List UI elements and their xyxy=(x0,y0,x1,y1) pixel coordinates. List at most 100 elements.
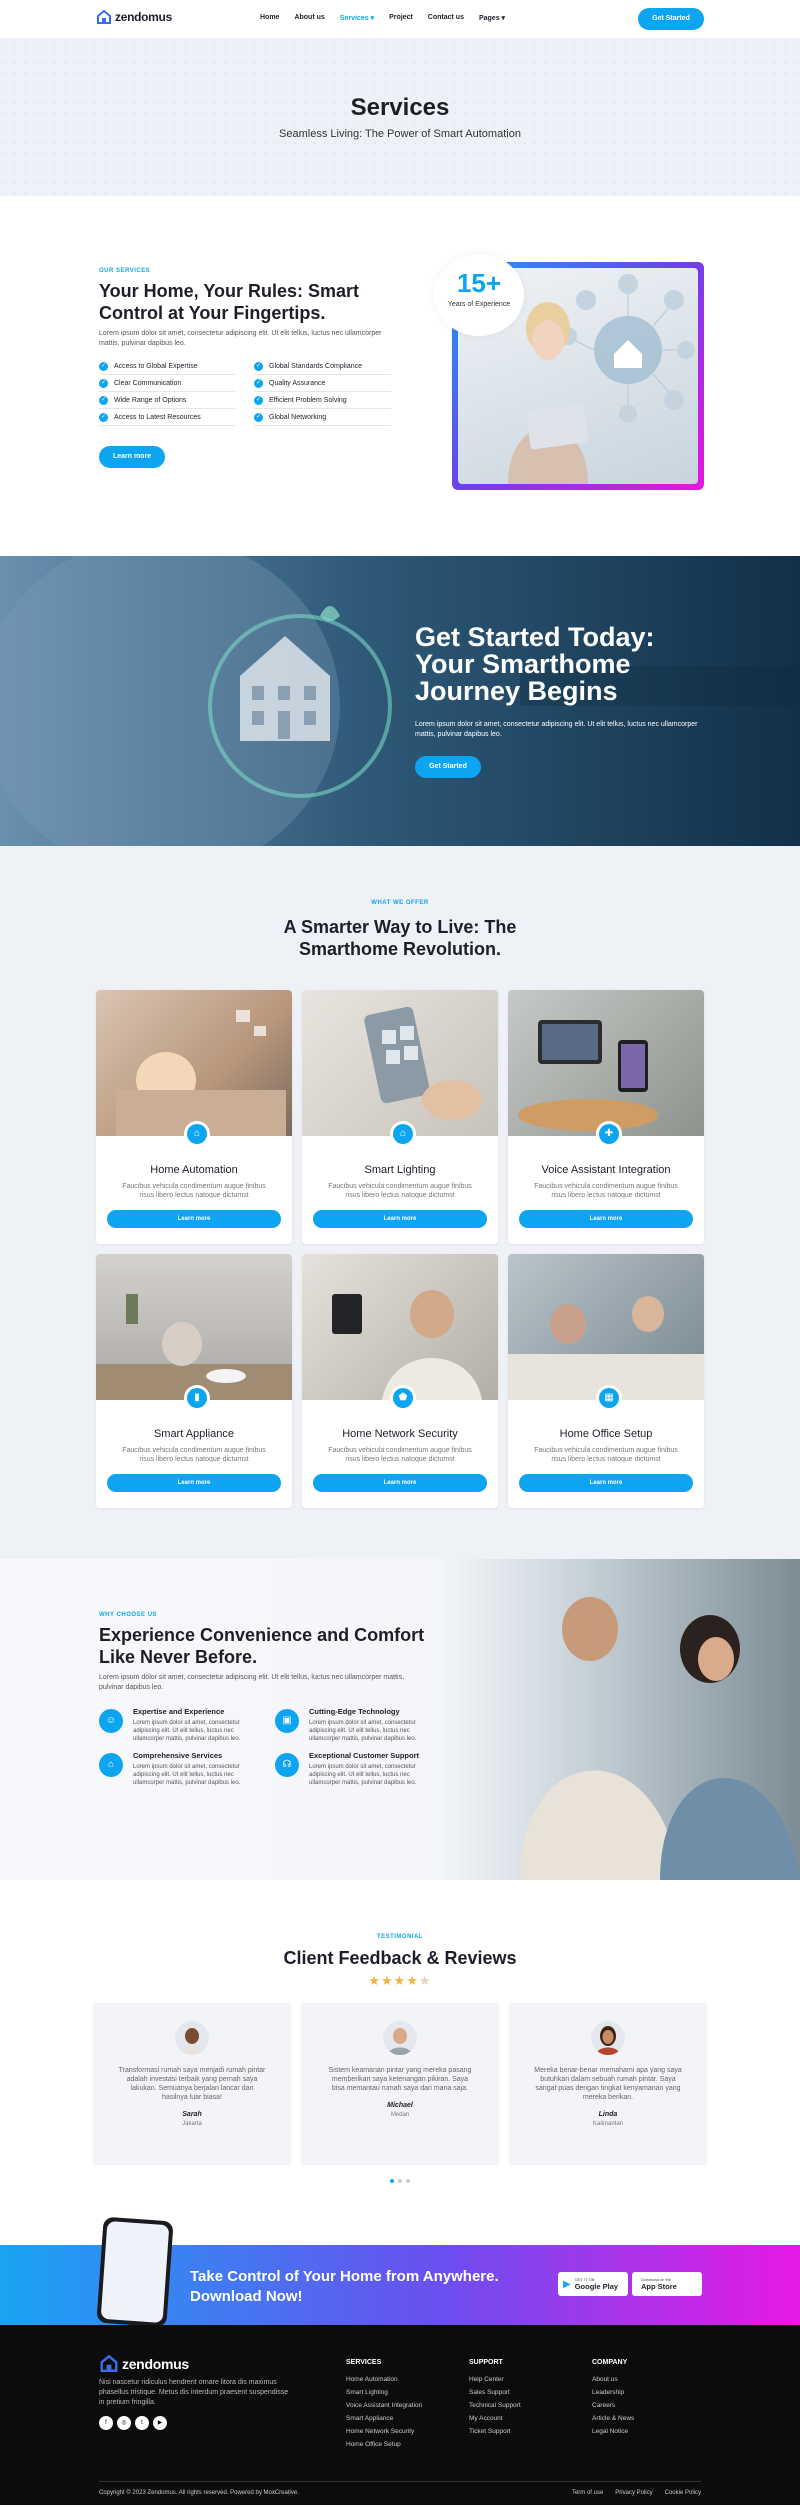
service-photo xyxy=(96,990,292,1136)
feature-label: Efficient Problem Solving xyxy=(269,397,347,404)
logo[interactable]: zendomus xyxy=(96,10,172,24)
footer-link[interactable]: My Account xyxy=(469,2412,521,2425)
reason-item: ▣ Cutting-Edge Technology Lorem ipsum dolo… xyxy=(275,1707,439,1743)
logo-house-icon xyxy=(100,2355,118,2372)
facebook-icon[interactable]: f xyxy=(99,2416,113,2430)
carousel-dot[interactable] xyxy=(390,2179,394,2183)
app-store-button[interactable]: Download on the App Store xyxy=(632,2272,702,2296)
learn-more-button[interactable]: Learn more xyxy=(313,1210,487,1228)
testimonial-text: Transformasi rumah saya menjadi rumah pi… xyxy=(118,2067,266,2101)
play-icon: ▶ xyxy=(563,2278,571,2290)
google-play-button[interactable]: ▶ GET IT ON Google Play xyxy=(558,2272,628,2296)
social-links: f ◎ t ▶ xyxy=(99,2416,289,2430)
testimonial-text: Sistem keamanan pintar yang mereka pasan… xyxy=(328,2067,472,2092)
footer-column-services: SERVICES Home Automation Smart Lighting … xyxy=(346,2359,422,2451)
services-section: WHAT WE OFFER A Smarter Way to Live: The… xyxy=(0,846,800,1559)
get-started-button[interactable]: Get Started xyxy=(638,8,704,30)
footer-logo[interactable]: zendomus xyxy=(99,2355,289,2372)
testimonial-cards: Transformasi rumah saya menjadi rumah pi… xyxy=(93,2003,707,2165)
twitter-icon[interactable]: t xyxy=(135,2416,149,2430)
check-icon: ✓ xyxy=(254,413,263,422)
footer-link[interactable]: Technical Support xyxy=(469,2399,521,2412)
nav-services[interactable]: Services ▾ xyxy=(340,14,374,22)
learn-more-button[interactable]: Learn more xyxy=(99,446,165,468)
nav-pages[interactable]: Pages ▾ xyxy=(479,14,505,22)
testimonial-name: Michael xyxy=(387,2102,413,2109)
footer-link[interactable]: Sales Support xyxy=(469,2386,521,2399)
footer-bottom: Copyright © 2023 Zendomus. All rights re… xyxy=(99,2481,701,2496)
footer-link[interactable]: Cookie Policy xyxy=(665,2490,701,2496)
lighting-icon: ⌂ xyxy=(393,1124,413,1144)
store-label: Download on the App Store xyxy=(641,2277,677,2291)
service-card: ▮ Smart Appliance Faucibus vehicula cond… xyxy=(96,1254,292,1508)
footer-link[interactable]: Home Network Security xyxy=(346,2425,422,2438)
get-started-button[interactable]: Get Started xyxy=(415,756,481,778)
service-icon-wrap: ⬟ xyxy=(390,1385,416,1411)
service-text: Faucibus vehicula condimentum augue fini… xyxy=(122,1183,266,1199)
testimonial-city: Jakarta xyxy=(182,2121,202,2127)
learn-more-button[interactable]: Learn more xyxy=(519,1474,693,1492)
instagram-icon[interactable]: ◎ xyxy=(117,2416,131,2430)
nav-pages-label: Pages xyxy=(478,15,500,22)
nav-about[interactable]: About us xyxy=(294,14,324,22)
service-icon-wrap: ▦ xyxy=(596,1385,622,1411)
banner-text: Lorem ipsum dolor sit amet, consectetur … xyxy=(415,721,698,738)
page-subtitle: Seamless Living: The Power of Smart Auto… xyxy=(279,128,521,140)
learn-more-button[interactable]: Learn more xyxy=(107,1210,281,1228)
footer-link[interactable]: Help Center xyxy=(469,2373,521,2386)
youtube-icon[interactable]: ▶ xyxy=(153,2416,167,2430)
nav-contact[interactable]: Contact us xyxy=(428,14,464,22)
service-photo xyxy=(302,990,498,1136)
reason-item: ☊ Exceptional Customer Support Lorem ipsum… xyxy=(275,1751,439,1787)
testimonials: TESTIMONIAL Client Feedback & Reviews ★★… xyxy=(0,1880,800,2245)
headset-icon: ☊ xyxy=(275,1753,299,1777)
footer-link[interactable]: Leadership xyxy=(592,2386,634,2399)
nav-project[interactable]: Project xyxy=(389,14,413,22)
eyebrow: TESTIMONIAL xyxy=(376,1934,424,1940)
learn-more-button[interactable]: Learn more xyxy=(519,1210,693,1228)
footer-link[interactable]: Article & News xyxy=(592,2412,634,2425)
service-card: ✚ Voice Assistant Integration Faucibus v… xyxy=(508,990,704,1244)
carousel-dot[interactable] xyxy=(406,2179,410,2183)
footer-link[interactable]: Careers xyxy=(592,2399,634,2412)
check-icon: ✓ xyxy=(254,396,263,405)
chip-icon: ▣ xyxy=(275,1709,299,1733)
service-title: Voice Assistant Integration xyxy=(541,1164,671,1176)
service-icon-wrap: ✚ xyxy=(596,1121,622,1147)
services-intro: OUR SERVICES Your Home, Your Rules: Smar… xyxy=(0,196,800,556)
site-footer: zendomus Nisi nascetur ridiculus hendrer… xyxy=(0,2325,800,2505)
footer-column-support: SUPPORT Help Center Sales Support Techni… xyxy=(469,2359,521,2438)
footer-link[interactable]: Term of use xyxy=(572,2490,603,2496)
nav-home[interactable]: Home xyxy=(260,14,279,22)
feature-item: ✓ Clear Communication xyxy=(99,375,236,392)
eyebrow: WHAT WE OFFER xyxy=(371,900,429,906)
footer-link[interactable]: Home Automation xyxy=(346,2373,422,2386)
carousel-dot[interactable] xyxy=(398,2179,402,2183)
feature-item: ✓ Global Standards Compliance xyxy=(254,358,391,375)
reason-text: Lorem ipsum dolor sit amet, consectetur … xyxy=(309,1720,417,1742)
footer-link[interactable]: Smart Lighting xyxy=(346,2386,422,2399)
why-choose-us: WHY CHOOSE US Experience Convenience and… xyxy=(0,1559,800,1880)
footer-link[interactable]: Privacy Policy xyxy=(615,2490,652,2496)
service-text: Faucibus vehicula condimentum augue fini… xyxy=(328,1183,472,1199)
service-title: Home Network Security xyxy=(342,1428,458,1440)
reason-title: Comprehensive Services xyxy=(133,1751,223,1760)
reason-text: Lorem ipsum dolor sit amet, consectetur … xyxy=(133,1720,241,1742)
testimonial-text: Mereka benar-benar memahami apa yang say… xyxy=(534,2067,682,2101)
service-card: ⌂ Home Automation Faucibus vehicula cond… xyxy=(96,990,292,1244)
section-lead: Lorem ipsum dolor sit amet, consectetur … xyxy=(99,330,382,347)
testimonial-name: Linda xyxy=(598,2111,618,2118)
footer-link[interactable]: Legal Notice xyxy=(592,2425,634,2438)
learn-more-button[interactable]: Learn more xyxy=(313,1474,487,1492)
nav-services-label: Services xyxy=(339,15,369,22)
footer-link[interactable]: Home Office Setup xyxy=(346,2438,422,2451)
team-icon: ☺ xyxy=(99,1709,123,1733)
learn-more-button[interactable]: Learn more xyxy=(107,1474,281,1492)
footer-link[interactable]: Ticket Support xyxy=(469,2425,521,2438)
feature-list: ✓ Access to Global Expertise ✓ Global Stan… xyxy=(99,358,391,426)
copyright: Copyright © 2023 Zendomus. All rights re… xyxy=(99,2490,299,2496)
footer-link[interactable]: Voice Assistant Integration xyxy=(346,2399,422,2412)
footer-link[interactable]: About us xyxy=(592,2373,634,2386)
footer-link[interactable]: Smart Appliance xyxy=(346,2412,422,2425)
page-title: Services xyxy=(350,94,450,121)
